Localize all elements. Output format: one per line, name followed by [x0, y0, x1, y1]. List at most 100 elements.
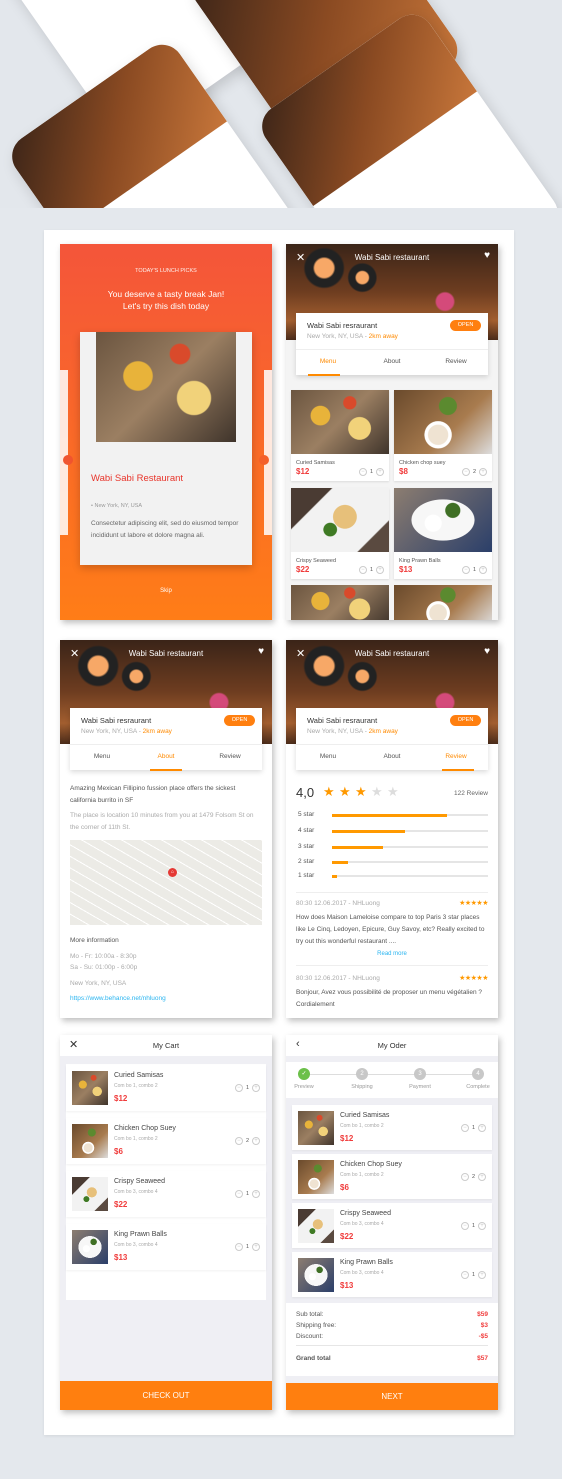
- read-more-link[interactable]: Read more: [286, 951, 498, 957]
- divider: [296, 892, 488, 893]
- minus-button[interactable]: −: [460, 1173, 469, 1181]
- order-item[interactable]: Curied Samisas Com bo 1, combo 2 $12 −1 +: [292, 1105, 492, 1150]
- menu-item-card[interactable]: Chicken chop suey $8 −2 +: [394, 390, 492, 481]
- favorite-heart-icon[interactable]: ♥: [258, 646, 264, 657]
- skip-button[interactable]: Skip: [60, 588, 272, 594]
- plus-button[interactable]: +: [252, 1243, 260, 1251]
- menu-item-card[interactable]: Crispy Seaweed $22 −1 +: [291, 488, 389, 579]
- minus-button[interactable]: −: [460, 1124, 469, 1132]
- minus-button[interactable]: −: [358, 468, 367, 476]
- tab-review[interactable]: Review: [436, 358, 476, 365]
- tab-about[interactable]: About: [372, 358, 412, 365]
- quantity-stepper[interactable]: −1 +: [234, 1243, 260, 1251]
- item-name: Curied Samisas: [114, 1072, 164, 1079]
- prev-card-peek[interactable]: [60, 370, 68, 535]
- cart-item[interactable]: King Prawn Balls Com bo 3, combo 4 $13 −1 +: [66, 1224, 266, 1270]
- plus-button[interactable]: +: [376, 468, 384, 476]
- minus-button[interactable]: −: [234, 1243, 243, 1251]
- grand-total-value: $57: [477, 1355, 488, 1362]
- next-card-peek[interactable]: [264, 370, 272, 535]
- menu-item-card[interactable]: Curied Samisas $12 −1 +: [291, 390, 389, 481]
- order-item[interactable]: Crispy Seaweed Com bo 3, combo 4 $22 −1 +: [292, 1203, 492, 1248]
- plus-button[interactable]: +: [479, 468, 487, 476]
- quantity-stepper[interactable]: −1 +: [461, 566, 487, 574]
- item-combo: Com bo 1, combo 2: [340, 1123, 384, 1129]
- order-item[interactable]: Chicken Chop Suey Com bo 1, combo 2 $6 −2 +: [292, 1154, 492, 1199]
- plus-button[interactable]: +: [376, 566, 384, 574]
- location-map[interactable]: ⌂: [70, 840, 262, 925]
- rating-bar-row: 2 star: [298, 858, 488, 866]
- dish-card[interactable]: Wabi Sabi Restaurant • New York, NY, USA…: [80, 332, 252, 565]
- menu-item-price: $12: [296, 467, 310, 476]
- plus-button[interactable]: +: [479, 566, 487, 574]
- tab-review[interactable]: Review: [436, 753, 476, 760]
- next-button[interactable]: NEXT: [286, 1383, 498, 1410]
- plus-button[interactable]: +: [252, 1190, 260, 1198]
- map-pin-icon[interactable]: ⌂: [168, 868, 177, 877]
- step-circle: 2: [356, 1068, 368, 1080]
- headline-line-2: Let's try this dish today: [122, 301, 210, 311]
- tab-menu[interactable]: Menu: [82, 753, 122, 760]
- quantity-stepper[interactable]: −2 +: [460, 1173, 486, 1181]
- tab-review[interactable]: Review: [210, 753, 250, 760]
- step-label: Complete: [466, 1084, 490, 1090]
- distance-text: 2km away: [142, 728, 172, 735]
- cart-item[interactable]: Crispy Seaweed Com bo 3, combo 4 $22 −1 +: [66, 1171, 266, 1217]
- plus-button[interactable]: +: [478, 1124, 486, 1132]
- plus-button[interactable]: +: [478, 1173, 486, 1181]
- quantity-stepper[interactable]: −1 +: [234, 1084, 260, 1092]
- order-title: My Oder: [377, 1041, 407, 1050]
- order-item[interactable]: King Prawn Balls Com bo 3, combo 4 $13 −1 +: [292, 1252, 492, 1297]
- tab-menu[interactable]: Menu: [308, 358, 348, 365]
- plus-button[interactable]: +: [478, 1271, 486, 1279]
- quantity-stepper[interactable]: −2 +: [234, 1137, 260, 1145]
- device-mockup-banner: [0, 0, 562, 208]
- summary-divider: [296, 1345, 488, 1346]
- quantity-stepper[interactable]: −2 +: [461, 468, 487, 476]
- location-text: New York, NY, USA -: [81, 728, 143, 735]
- plus-button[interactable]: +: [252, 1084, 260, 1092]
- active-tab-indicator: [308, 374, 340, 376]
- minus-button[interactable]: −: [461, 468, 470, 476]
- minus-button[interactable]: −: [234, 1190, 243, 1198]
- minus-button[interactable]: −: [234, 1137, 243, 1145]
- checkout-button[interactable]: CHECK OUT: [60, 1381, 272, 1410]
- tab-about[interactable]: About: [372, 753, 412, 760]
- cart-item[interactable]: Chicken Chop Suey Com bo 1, combo 2 $6 −2 +: [66, 1118, 266, 1164]
- menu-item-card[interactable]: King Prawn Balls $13 −1 +: [394, 488, 492, 579]
- quantity-stepper[interactable]: −1 +: [460, 1222, 486, 1230]
- restaurant-name: Wabi Sabi resraurant: [307, 716, 378, 725]
- quantity-value: 1: [369, 567, 373, 573]
- restaurant-name: Wabi Sabi resraurant: [81, 716, 152, 725]
- minus-button[interactable]: −: [460, 1271, 469, 1279]
- quantity-stepper[interactable]: −1 +: [460, 1271, 486, 1279]
- menu-item-photo-partial[interactable]: [291, 585, 389, 620]
- menu-item-price: $13: [399, 565, 413, 574]
- minus-button[interactable]: −: [460, 1222, 469, 1230]
- item-photo: [72, 1230, 108, 1264]
- tab-about[interactable]: About: [146, 753, 186, 760]
- menu-item-photo: [394, 488, 492, 552]
- favorite-heart-icon[interactable]: ♥: [484, 250, 490, 261]
- menu-item-photo-partial[interactable]: [394, 585, 492, 620]
- review-count: 122 Review: [454, 790, 488, 797]
- cart-item[interactable]: Curied Samisas Com bo 1, combo 2 $12 −1 +: [66, 1065, 266, 1111]
- plus-button[interactable]: +: [478, 1222, 486, 1230]
- rating-score: 4,0: [296, 785, 315, 800]
- dish-description: Consectetur adipiscing elit, sed do eius…: [91, 520, 239, 539]
- quantity-stepper[interactable]: −1 +: [234, 1190, 260, 1198]
- order-header: ‹ My Oder: [286, 1035, 498, 1056]
- quantity-stepper[interactable]: −1 +: [358, 468, 384, 476]
- favorite-heart-icon[interactable]: ♥: [484, 646, 490, 657]
- tab-menu[interactable]: Menu: [308, 753, 348, 760]
- minus-button[interactable]: −: [234, 1084, 243, 1092]
- minus-button[interactable]: −: [461, 566, 470, 574]
- plus-button[interactable]: +: [252, 1137, 260, 1145]
- menu-item-photo: [291, 488, 389, 552]
- website-link[interactable]: https://www.behance.net/nhluong: [70, 993, 262, 1005]
- quantity-stepper[interactable]: −1 +: [358, 566, 384, 574]
- menu-item-price: $8: [399, 467, 408, 476]
- minus-button[interactable]: −: [358, 566, 367, 574]
- rating-bar-row: 5 star: [298, 811, 488, 819]
- quantity-stepper[interactable]: −1 +: [460, 1124, 486, 1132]
